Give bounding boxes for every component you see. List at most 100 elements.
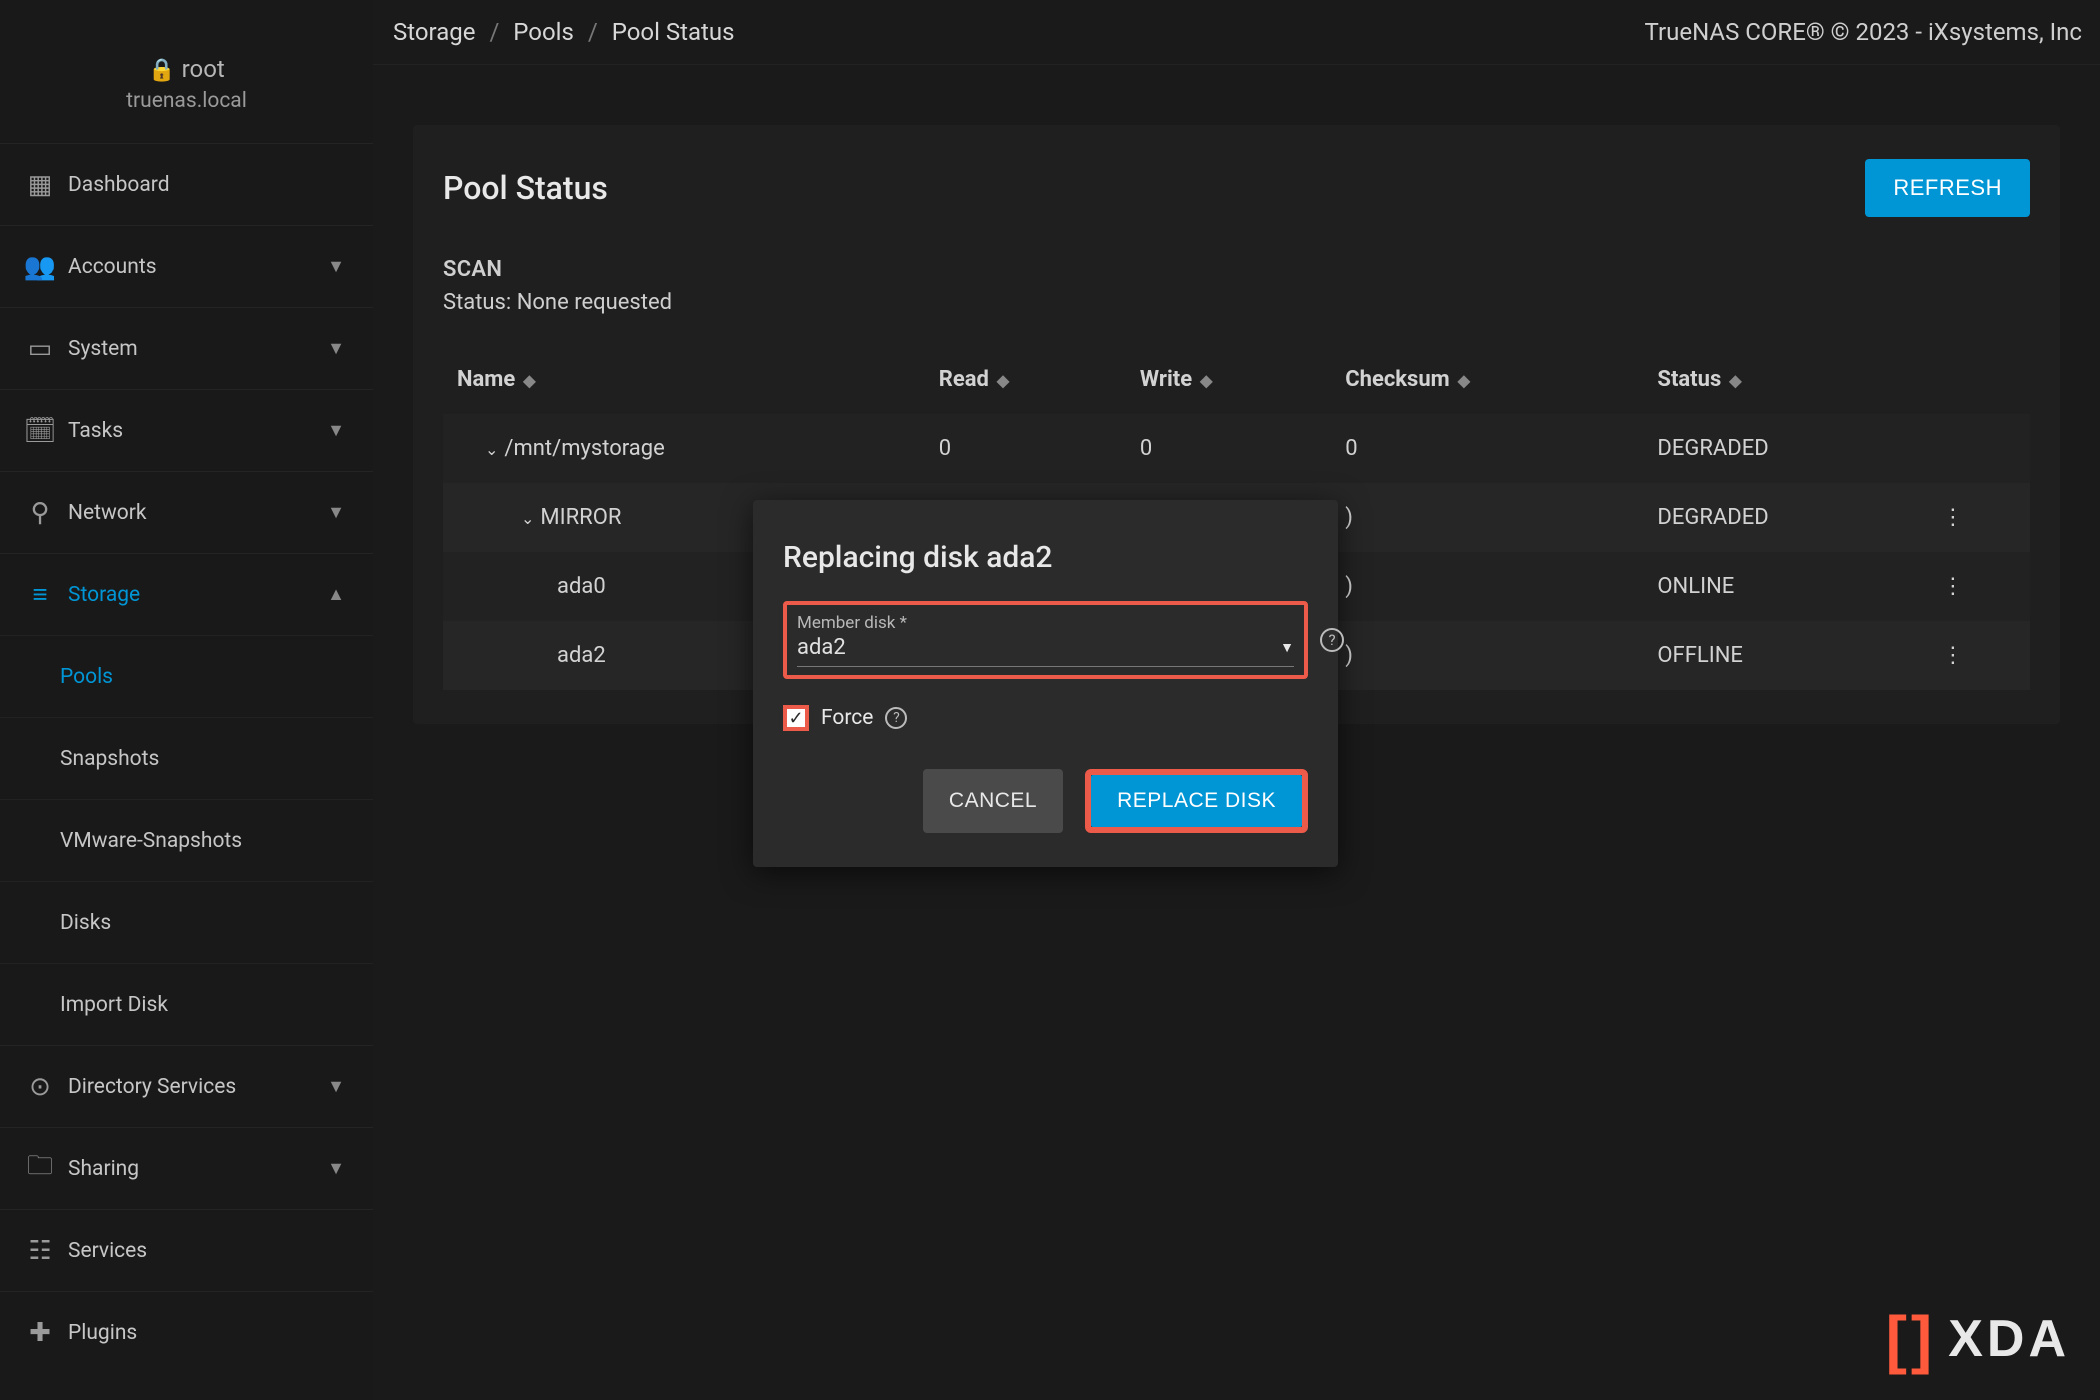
sidebar-item-dashboard[interactable]: ▦ Dashboard: [0, 143, 373, 225]
breadcrumb[interactable]: Storage / Pools / Pool Status: [393, 18, 734, 46]
sidebar-nav: ▦ Dashboard 👥 Accounts ▼▭ System ▼🗓 Task…: [0, 143, 373, 1373]
replace-disk-dialog: Replacing disk ada2 Member disk * ada2 ▼…: [753, 500, 1338, 867]
cell-checksum: ): [1331, 621, 1643, 690]
help-icon[interactable]: ?: [885, 707, 907, 729]
sidebar-item-label: Accounts: [62, 255, 327, 279]
sidebar-item-sharing[interactable]: 🗀 Sharing ▼: [0, 1127, 373, 1209]
cell-status: DEGRADED: [1643, 414, 1927, 483]
scan-status: Status: None requested: [443, 290, 2030, 315]
force-label: Force: [821, 706, 873, 730]
sidebar-item-label: Storage: [62, 583, 327, 607]
sidebar-subitem-vmware-snapshots[interactable]: VMware-Snapshots: [0, 799, 373, 881]
chevron-down-icon: ▼: [327, 256, 345, 277]
branding-text: TrueNAS CORE® © 2023 - iXsystems, Inc: [1645, 18, 2082, 46]
cell-checksum: 0: [1331, 414, 1643, 483]
breadcrumb-item[interactable]: Pool Status: [612, 18, 735, 46]
sidebar-item-accounts[interactable]: 👥 Accounts ▼: [0, 225, 373, 307]
cell-status: ONLINE: [1643, 552, 1927, 621]
sidebar-item-storage[interactable]: ≡ Storage ▲: [0, 553, 373, 635]
sidebar-item-label: Sharing: [62, 1157, 327, 1181]
sidebar-item-label: Plugins: [62, 1321, 345, 1345]
breadcrumb-item[interactable]: Pools: [513, 18, 574, 46]
sidebar-subitem-snapshots[interactable]: Snapshots: [0, 717, 373, 799]
sidebar-item-label: Network: [62, 501, 327, 525]
chevron-down-icon[interactable]: ⌄: [485, 440, 498, 459]
sidebar-item-label: Dashboard: [62, 173, 345, 197]
chevron-down-icon[interactable]: ▼: [1280, 639, 1294, 656]
sidebar-user: root: [182, 55, 225, 83]
sidebar-item-tasks[interactable]: 🗓 Tasks ▼: [0, 389, 373, 471]
replace-disk-highlight: REPLACE DISK: [1085, 769, 1308, 833]
nav-icon: 🗓: [18, 416, 62, 446]
cell-status: DEGRADED: [1643, 483, 1927, 552]
cell-read: 0: [925, 414, 1126, 483]
sidebar-item-label: Tasks: [62, 419, 327, 443]
dialog-title: Replacing disk ada2: [783, 540, 1308, 575]
sidebar-subitem-pools[interactable]: Pools: [0, 635, 373, 717]
cell-status: OFFLINE: [1643, 621, 1927, 690]
sidebar-subitem-import-disk[interactable]: Import Disk: [0, 963, 373, 1045]
sidebar-item-plugins[interactable]: ✚ Plugins: [0, 1291, 373, 1373]
watermark-bracket-icon: []: [1886, 1302, 1937, 1376]
sidebar-item-system[interactable]: ▭ System ▼: [0, 307, 373, 389]
force-checkbox[interactable]: ✓: [783, 705, 809, 731]
replace-disk-button[interactable]: REPLACE DISK: [1091, 775, 1302, 827]
sidebar-subitem-disks[interactable]: Disks: [0, 881, 373, 963]
sort-icon: ◆: [1458, 371, 1470, 390]
cancel-button[interactable]: CANCEL: [923, 769, 1063, 833]
nav-icon: ▦: [18, 170, 62, 200]
sort-icon: ◆: [523, 371, 535, 390]
nav-icon: ⚲: [18, 498, 62, 528]
column-header-write[interactable]: Write◆: [1126, 345, 1331, 414]
row-menu-button[interactable]: ⋮: [1928, 552, 2030, 621]
sidebar-header: 🔒 root truenas.local: [0, 0, 373, 143]
row-name: ada0: [557, 574, 606, 599]
sort-icon: ◆: [1729, 371, 1741, 390]
watermark: [] XDA: [1886, 1302, 2070, 1376]
cell-write: 0: [1126, 414, 1331, 483]
nav-icon: 👥: [18, 252, 62, 282]
member-disk-field[interactable]: Member disk * ada2 ▼: [783, 601, 1308, 679]
table-row: ⌄/mnt/mystorage000DEGRADED: [443, 414, 2030, 483]
nav-icon: ≡: [18, 579, 62, 610]
sidebar-host: truenas.local: [0, 89, 373, 113]
sidebar-item-label: Directory Services: [62, 1075, 327, 1099]
sidebar-item-network[interactable]: ⚲ Network ▼: [0, 471, 373, 553]
chevron-down-icon: ▼: [327, 338, 345, 359]
column-header-name[interactable]: Name◆: [443, 345, 925, 414]
cell-checksum: ): [1331, 552, 1643, 621]
nav-icon: ☷: [18, 1236, 62, 1266]
row-name: /mnt/mystorage: [504, 436, 664, 461]
column-header-checksum[interactable]: Checksum◆: [1331, 345, 1643, 414]
nav-icon: ✚: [18, 1318, 62, 1348]
chevron-down-icon: ▼: [327, 1076, 345, 1097]
sidebar-item-label: Services: [62, 1239, 345, 1263]
row-menu-button[interactable]: ⋮: [1928, 621, 2030, 690]
scan-heading: SCAN: [443, 257, 2030, 282]
breadcrumb-sep: /: [489, 18, 499, 46]
sidebar-item-directory-services[interactable]: ⊙ Directory Services ▼: [0, 1045, 373, 1127]
watermark-text: XDA: [1948, 1309, 2070, 1369]
chevron-down-icon: ▼: [327, 1158, 345, 1179]
cell-checksum: ): [1331, 483, 1643, 552]
chevron-down-icon: ▼: [327, 502, 345, 523]
nav-icon: 🗀: [18, 1147, 62, 1191]
row-menu-button[interactable]: ⋮: [1928, 483, 2030, 552]
row-menu-button: [1928, 414, 2030, 483]
nav-icon: ⊙: [18, 1072, 62, 1102]
column-header-read[interactable]: Read◆: [925, 345, 1126, 414]
chevron-down-icon: ▼: [327, 420, 345, 441]
help-icon[interactable]: ?: [1320, 628, 1344, 652]
row-name: ada2: [557, 643, 606, 668]
column-header-status[interactable]: Status◆: [1643, 345, 1927, 414]
lock-icon: 🔒: [148, 58, 175, 83]
sidebar-item-label: System: [62, 337, 327, 361]
breadcrumb-item[interactable]: Storage: [393, 18, 475, 46]
breadcrumb-sep: /: [588, 18, 598, 46]
refresh-button[interactable]: REFRESH: [1865, 159, 2030, 217]
row-name: MIRROR: [540, 505, 621, 530]
sidebar-item-services[interactable]: ☷ Services: [0, 1209, 373, 1291]
member-disk-value: ada2: [797, 635, 846, 660]
sort-icon: ◆: [1200, 371, 1212, 390]
chevron-down-icon[interactable]: ⌄: [521, 509, 534, 528]
